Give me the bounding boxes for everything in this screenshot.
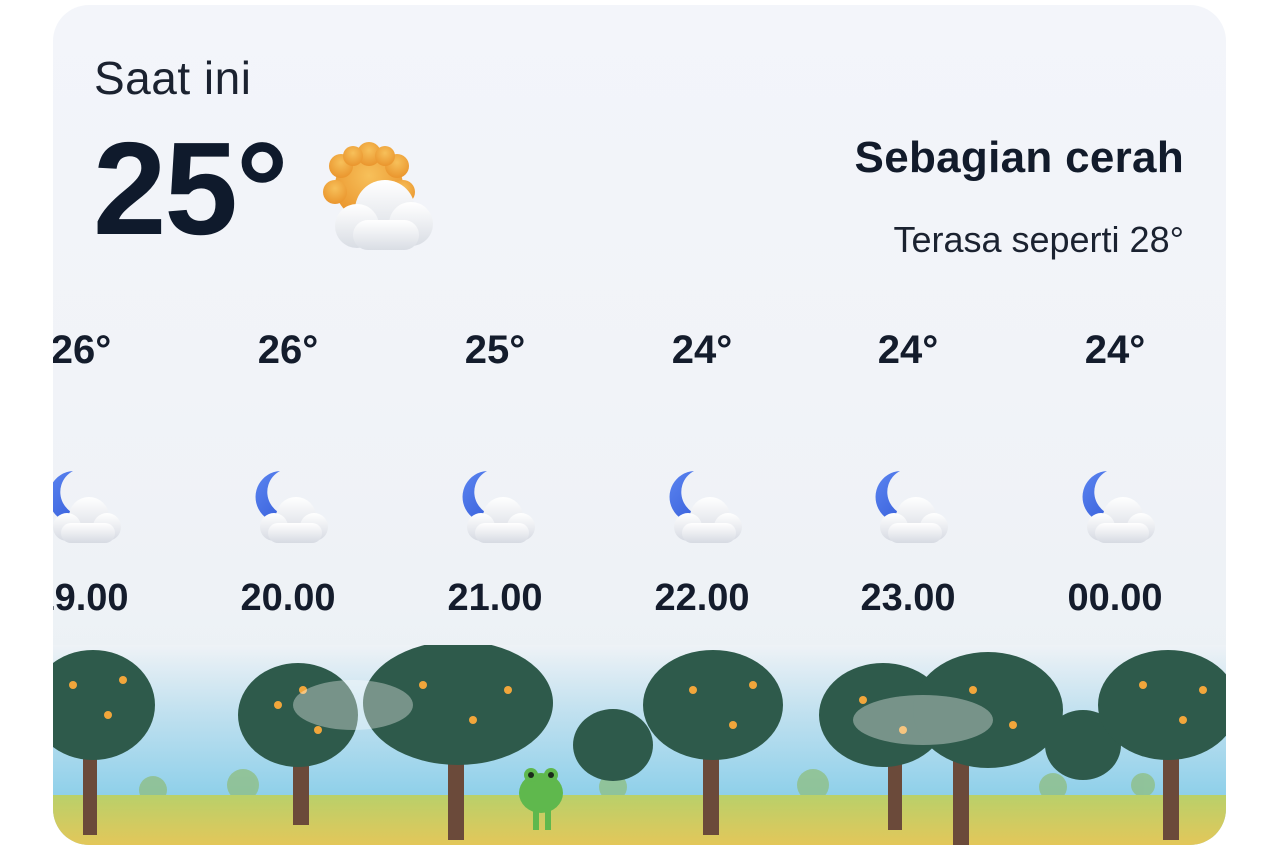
hour-item[interactable]: 24° 00.00 (1035, 325, 1195, 625)
partly-sunny-icon (323, 142, 433, 250)
orchard-scene-illustration (53, 645, 1226, 845)
hour-item[interactable]: 24° 22.00 (622, 325, 782, 625)
hour-item[interactable]: 26° 20.00 (208, 325, 368, 625)
hour-time: 22.00 (654, 577, 750, 619)
hour-time: 21.00 (447, 577, 543, 619)
hour-temperature: 24° (671, 328, 733, 372)
hour-temperature: 26° (257, 328, 319, 372)
partly-cloudy-night-icon (875, 471, 948, 543)
hour-temperature: 26° (53, 328, 112, 372)
hour-item[interactable]: 24° 23.00 (828, 325, 988, 625)
partly-cloudy-night-icon (669, 471, 742, 543)
condition-text: Sebagian cerah (854, 133, 1184, 182)
partly-cloudy-night-icon (462, 471, 535, 543)
partly-cloudy-night-icon (255, 471, 328, 543)
current-label: Saat ini (94, 52, 252, 104)
hour-temperature: 25° (464, 328, 526, 372)
hour-item[interactable]: 26° 19.00 (53, 325, 161, 625)
feels-like-text: Terasa seperti 28° (893, 219, 1184, 260)
partly-cloudy-night-icon (53, 471, 121, 543)
partly-cloudy-night-icon (1082, 471, 1155, 543)
hour-time: 23.00 (860, 577, 956, 619)
current-temperature: 25° (93, 115, 289, 262)
hour-time: 20.00 (240, 577, 336, 619)
hour-temperature: 24° (877, 328, 939, 372)
weather-card[interactable]: Saat ini 25° Sebagian cerah Terasa seper… (53, 5, 1226, 845)
hour-time: 00.00 (1067, 577, 1163, 619)
hour-temperature: 24° (1084, 328, 1146, 372)
hour-time: 19.00 (53, 577, 129, 619)
hour-item[interactable]: 25° 21.00 (415, 325, 575, 625)
hourly-forecast[interactable]: 26° 19.00 26° 20.00 25° 21.00 24° 22.00 … (53, 325, 1226, 635)
